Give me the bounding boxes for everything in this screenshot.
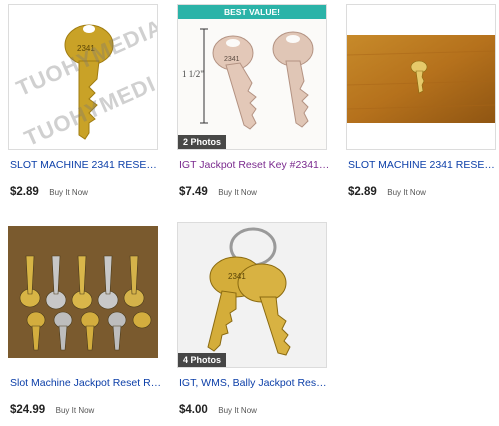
- listing-card-5[interactable]: 2341 4 Photos IGT, WMS, Bally Jackpot Re…: [177, 222, 331, 422]
- best-value-ribbon: BEST VALUE!: [178, 5, 326, 19]
- buy-format: Buy It Now: [49, 188, 88, 197]
- photo-count-badge: 4 Photos: [178, 353, 227, 367]
- listing-card-1[interactable]: 2341 TUOHYMEDIA TUOHYMEDIA SLOT MACHINE …: [8, 4, 162, 204]
- price: $2.89: [10, 186, 39, 198]
- key-stamp: 2341: [224, 56, 240, 63]
- price: $2.89: [348, 186, 377, 198]
- multiple-keys-image: [8, 222, 158, 368]
- price: $7.49: [179, 186, 208, 198]
- price-row-4: $24.99 Buy It Now: [10, 400, 94, 418]
- listing-title-4[interactable]: Slot Machine Jackpot Reset Repla...: [10, 377, 162, 389]
- listing-title-2[interactable]: IGT Jackpot Reset Key #2341 for I...: [179, 159, 331, 171]
- photo-count-badge: 2 Photos: [178, 135, 227, 149]
- key-on-wood-image: [347, 5, 495, 149]
- price: $24.99: [10, 404, 46, 416]
- buy-format: Buy It Now: [218, 406, 257, 415]
- buy-format: Buy It Now: [55, 406, 95, 415]
- listing-title-3[interactable]: SLOT MACHINE 2341 RESET KE...: [348, 159, 499, 171]
- listing-thumbnail-1[interactable]: 2341 TUOHYMEDIA TUOHYMEDIA: [8, 4, 158, 150]
- keys-on-ring-image: 2341: [178, 223, 326, 367]
- price-row-1: $2.89 Buy It Now: [10, 182, 88, 200]
- buy-format: Buy It Now: [218, 188, 257, 197]
- listing-title-1[interactable]: SLOT MACHINE 2341 RESET KE...: [10, 159, 162, 171]
- listing-card-3[interactable]: SLOT MACHINE 2341 RESET KE... $2.89 Buy …: [346, 4, 499, 204]
- listing-thumbnail-4[interactable]: [8, 222, 158, 368]
- price-row-3: $2.89 Buy It Now: [348, 182, 426, 200]
- buy-format: Buy It Now: [387, 188, 426, 197]
- listing-thumbnail-2[interactable]: 2341 BEST VALUE! 1 1/2" 2 Photos: [177, 4, 327, 150]
- listing-thumbnail-5[interactable]: 2341 4 Photos: [177, 222, 327, 368]
- dimension-label: 1 1/2": [182, 69, 204, 79]
- price-row-5: $4.00 Buy It Now: [179, 400, 257, 418]
- listing-thumbnail-3[interactable]: [346, 4, 496, 150]
- listing-title-5[interactable]: IGT, WMS, Bally Jackpot Reset K...: [179, 377, 331, 389]
- key-stamp: 2341: [228, 272, 246, 281]
- listing-card-2[interactable]: 2341 BEST VALUE! 1 1/2" 2 Photos IGT Jac…: [177, 4, 331, 204]
- price-row-2: $7.49 Buy It Now: [179, 182, 257, 200]
- listing-card-4[interactable]: Slot Machine Jackpot Reset Repla... $24.…: [8, 222, 162, 422]
- price: $4.00: [179, 404, 208, 416]
